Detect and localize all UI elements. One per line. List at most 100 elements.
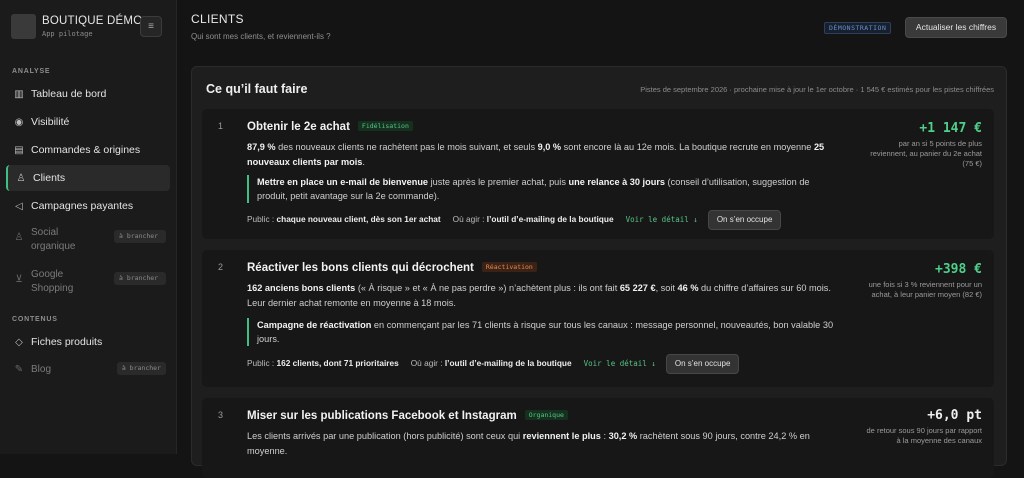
menu-button[interactable]: ≡: [140, 16, 162, 37]
sidebar-item-label: Fiches produits: [31, 336, 103, 348]
text: juste après le premier achat, puis: [428, 177, 569, 187]
sidebar-item-dashboard[interactable]: ▥ Tableau de bord: [6, 81, 170, 107]
page-subtitle: Qui sont mes clients, et reviennent-ils …: [191, 32, 331, 41]
section-label-contenus: CONTENUS: [12, 316, 58, 323]
sidebar-item-visibility[interactable]: ◉ Visibilité: [6, 109, 170, 135]
public-label: Public :: [247, 214, 277, 224]
stat: reviennent le plus: [522, 431, 601, 441]
recommended-action: Mettre en place un e-mail de bienvenue j…: [247, 175, 837, 203]
where-label: Où agir :: [452, 214, 487, 224]
gain-value: +1 147 €: [919, 121, 982, 136]
gain-value: +398 €: [935, 262, 982, 277]
action-card: 1 Obtenir le 2e achat Fidélisation 87,9 %…: [202, 109, 994, 239]
gain-value: +6,0 pt: [927, 408, 982, 423]
where-value: l’outil d’e-mailing de la boutique: [444, 358, 572, 368]
pen-icon: ✎: [14, 364, 24, 375]
people-icon: ♙: [14, 232, 24, 243]
text: Les clients arrivés par une publication …: [247, 431, 523, 441]
detail-link[interactable]: Voir le détail ↓: [626, 215, 698, 224]
stat: 30,2 %: [608, 431, 638, 441]
sidebar-item-label: Tableau de bord: [31, 88, 107, 100]
action-strong: Mettre en place un e-mail de bienvenue: [257, 177, 429, 187]
stat: 46 %: [677, 283, 699, 293]
gain-note: une fois si 3 % reviennent pour un achat…: [868, 280, 982, 299]
text: des nouveaux clients ne rachètent pas le…: [275, 142, 538, 152]
cart-icon: ⊻: [15, 274, 23, 285]
category-tag: Organique: [524, 410, 568, 420]
stat: 87,9 %: [247, 142, 276, 152]
sidebar-item-label: Visibilité: [31, 116, 70, 128]
action-card: 2 Réactiver les bons clients qui décroch…: [202, 250, 994, 387]
card-title: Miser sur les publications Facebook et I…: [247, 410, 568, 422]
refresh-button[interactable]: Actualiser les chiffres: [905, 17, 1007, 38]
card-description: 162 anciens bons clients (« À risque » e…: [247, 281, 837, 311]
page-title: CLIENTS: [191, 12, 244, 26]
app-subtitle: App pilotage: [42, 30, 93, 38]
category-tag: Réactivation: [481, 262, 537, 272]
text: sont encore là au 12e mois. La boutique …: [561, 142, 814, 152]
sidebar-item-label: Clients: [33, 172, 66, 184]
detail-link[interactable]: Voir le détail ↓: [584, 359, 656, 368]
status-badge: à brancher: [116, 362, 166, 375]
sidebar-item-label: Campagnes payantes: [31, 200, 134, 212]
card-title: Obtenir le 2e achat Fidélisation: [247, 121, 413, 133]
public-value: chaque nouveau client, dès son 1er achat: [276, 214, 441, 224]
section-label-analyse: ANALYSE: [12, 68, 51, 75]
sidebar-item-paid-campaigns[interactable]: ◁ Campagnes payantes: [6, 193, 170, 219]
text: .: [362, 157, 365, 167]
take-care-button[interactable]: On s’en occupe: [707, 210, 782, 230]
where-value: l’outil d’e-mailing de la boutique: [486, 214, 614, 224]
card-title-text: Obtenir le 2e achat: [247, 121, 350, 133]
action-strong: une relance à 30 jours: [568, 177, 665, 187]
stat: 162 anciens bons clients: [247, 283, 356, 293]
sidebar-item-social[interactable]: ♙ Social organique à brancher: [6, 225, 170, 255]
card-title: Réactiver les bons clients qui décrochen…: [247, 262, 537, 274]
gain-note: de retour sous 90 jours par rapport à la…: [866, 426, 982, 445]
sidebar-item-products[interactable]: ◇ Fiches produits: [6, 329, 170, 355]
app-name: BOUTIQUE DÉMO: [42, 15, 143, 27]
sidebar-item-google-shopping[interactable]: ⊻ Google Shopping à brancher: [6, 267, 170, 297]
chart-icon: ▥: [14, 89, 24, 100]
card-number: 2: [218, 262, 224, 272]
card-title-text: Miser sur les publications Facebook et I…: [247, 410, 517, 422]
card-number: 3: [218, 410, 224, 420]
card-description: Les clients arrivés par une publication …: [247, 429, 837, 459]
status-badge: à brancher: [114, 230, 166, 243]
where-label: Où agir :: [410, 358, 445, 368]
public-label: Public :: [247, 358, 277, 368]
receipt-icon: ▤: [14, 145, 24, 156]
stat: 9,0 %: [537, 142, 562, 152]
sidebar-item-label: Social organique: [31, 227, 76, 252]
card-number: 1: [218, 121, 224, 131]
sidebar-item-clients[interactable]: ♙ Clients: [6, 165, 170, 191]
tag-icon: ◇: [15, 337, 23, 348]
public-value: 162 clients, dont 71 prioritaires: [276, 358, 399, 368]
action-card: 3 Miser sur les publications Facebook et…: [202, 398, 994, 478]
card-description: 87,9 % des nouveaux clients ne rachètent…: [247, 140, 837, 170]
card-footer: Public : chaque nouveau client, dès son …: [247, 209, 782, 230]
demo-badge: DÉMONSTRATION: [824, 22, 892, 34]
sidebar-item-label: Commandes & origines: [31, 144, 141, 156]
eye-icon: ◉: [14, 117, 24, 128]
recommended-action: Campagne de réactivation en commençant p…: [247, 318, 837, 346]
text: :: [600, 431, 609, 441]
stat: 65 227 €: [619, 283, 656, 293]
sidebar: BOUTIQUE DÉMO App pilotage ≡ ANALYSE ▥ T…: [0, 0, 177, 454]
sidebar-item-blog[interactable]: ✎ Blog à brancher: [6, 357, 170, 383]
megaphone-icon: ◁: [15, 201, 23, 212]
take-care-button[interactable]: On s’en occupe: [665, 354, 740, 374]
category-tag: Fidélisation: [357, 121, 413, 131]
card-title-text: Réactiver les bons clients qui décrochen…: [247, 262, 474, 274]
gain-note: par an si 5 points de plus reviennent, a…: [870, 139, 982, 168]
sidebar-item-label: Blog: [31, 364, 52, 375]
user-icon: ♙: [16, 173, 26, 184]
card-footer: Public : 162 clients, dont 71 prioritair…: [247, 353, 740, 374]
panel-title: Ce qu’il faut faire: [206, 82, 308, 96]
text: (« À risque » et « À ne pas perdre ») n’…: [355, 283, 620, 293]
sidebar-item-orders[interactable]: ▤ Commandes & origines: [6, 137, 170, 163]
actions-panel: Ce qu’il faut faire Pistes de septembre …: [191, 66, 1007, 478]
logo: [11, 14, 36, 39]
status-badge: à brancher: [114, 272, 166, 285]
sidebar-item-label: Google Shopping: [31, 269, 74, 294]
panel-meta: Pistes de septembre 2026 · prochaine mis…: [640, 85, 994, 94]
